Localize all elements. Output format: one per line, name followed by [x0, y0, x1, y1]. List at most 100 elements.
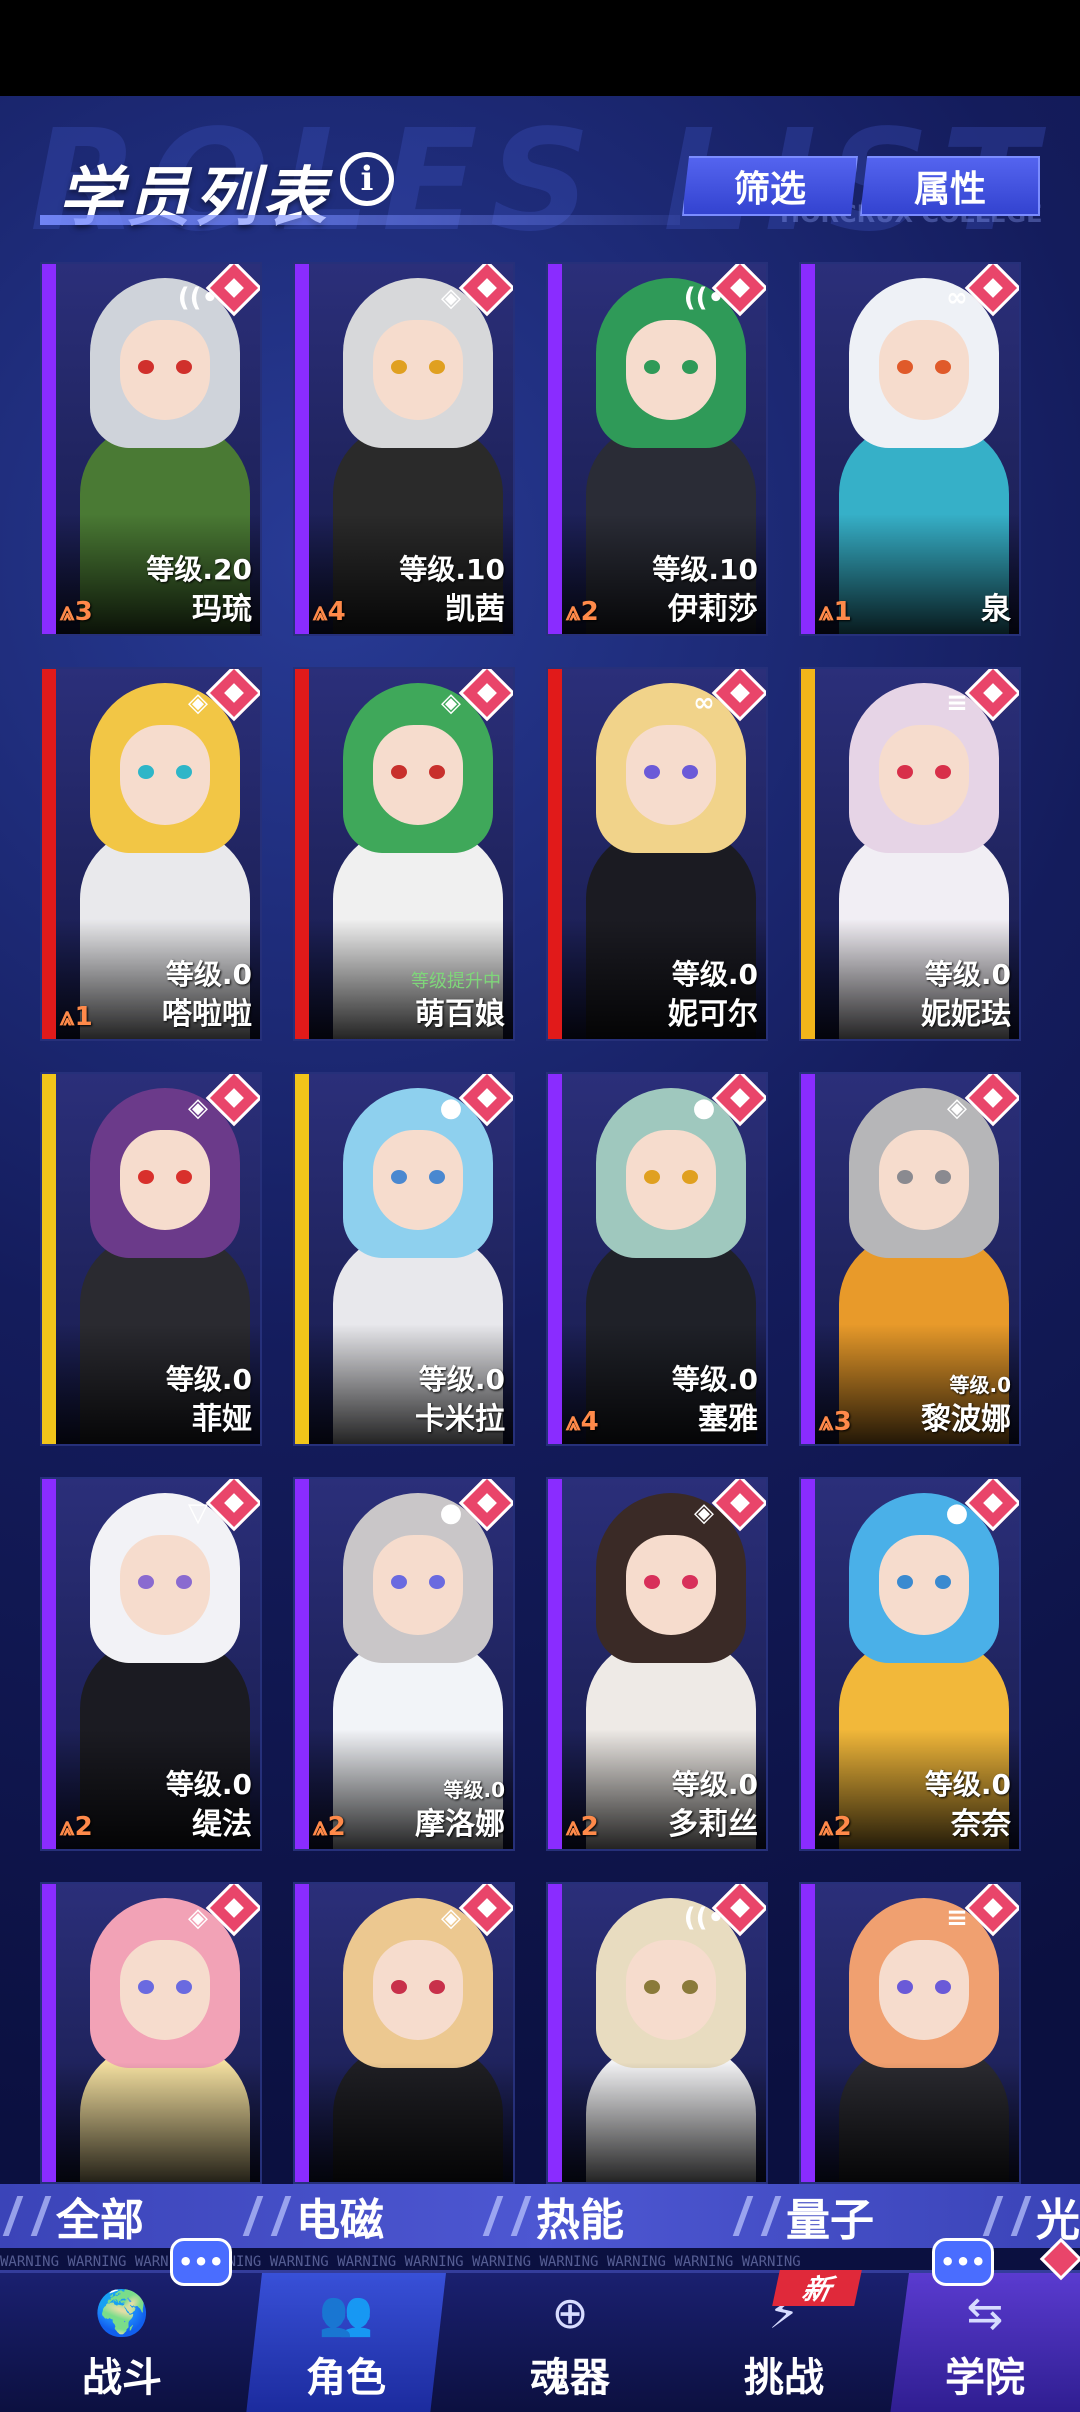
rarity-stripe — [295, 669, 309, 1039]
bottom-nav: 🌍 战斗 👥 角色 ⊕ 魂器 ⚡ 挑战 ⇆ 学院 — [0, 2270, 1080, 2412]
character-card[interactable]: ≡ 等级.0 妮妮珐 — [799, 667, 1021, 1041]
character-card[interactable]: ◈ — [40, 1882, 262, 2184]
character-name: 嗒啦啦 — [162, 997, 252, 1032]
status-bar — [0, 0, 1080, 96]
rarity-stripe — [801, 1074, 815, 1444]
character-card[interactable]: ◈ 等级.10 凯茜 ⩓4 — [293, 262, 515, 636]
character-card[interactable]: ◈ 等级.0 黎波娜 ⩓3 — [799, 1072, 1021, 1446]
rarity-stripe — [548, 669, 562, 1039]
portrait-face — [373, 1130, 463, 1230]
portrait-eye — [935, 360, 951, 374]
portrait-eye — [429, 1980, 445, 1994]
character-rank: ⩓2 — [60, 1812, 93, 1842]
portrait-eye — [644, 1170, 660, 1184]
character-card[interactable]: ((• — [546, 1882, 768, 2184]
character-level: 等级.0 — [671, 958, 758, 991]
character-card[interactable]: ● 等级.0 摩洛娜 ⩓2 — [293, 1477, 515, 1851]
character-name: 伊莉莎 — [668, 592, 758, 627]
portrait-face — [879, 1940, 969, 2040]
portrait-eye — [138, 1170, 154, 1184]
character-rank: ⩓3 — [60, 597, 93, 627]
character-card[interactable]: ∞ 泉 ⩓1 — [799, 262, 1021, 636]
portrait-eye — [897, 765, 913, 779]
rarity-stripe — [548, 1884, 562, 2182]
character-level: 等级.0 — [924, 958, 1011, 991]
rarity-stripe — [295, 264, 309, 634]
tab-electromagnetic[interactable]: 电磁 — [242, 2184, 384, 2248]
tab-thermal[interactable]: 热能 — [482, 2184, 624, 2248]
nav-battle[interactable]: 🌍 战斗 — [22, 2273, 222, 2412]
portrait-face — [373, 1940, 463, 2040]
nav-academy[interactable]: ⇆ 学院 — [890, 2273, 1080, 2412]
character-card[interactable]: ((• 等级.20 玛琉 ⩓3 — [40, 262, 262, 636]
portrait-eye — [897, 1980, 913, 1994]
portrait-eye — [391, 1170, 407, 1184]
portrait-eye — [897, 1575, 913, 1589]
rarity-stripe — [801, 264, 815, 634]
portrait-eye — [391, 360, 407, 374]
character-card[interactable]: ◈ 等级.0 菲娅 — [40, 1072, 262, 1446]
character-card[interactable]: ◈ 等级.0 嗒啦啦 ⩓1 — [40, 667, 262, 1041]
filter-button[interactable]: 筛选 — [682, 156, 858, 216]
character-rank: ⩓1 — [60, 1002, 93, 1032]
portrait-eye — [138, 1575, 154, 1589]
attribute-button[interactable]: 属性 — [860, 156, 1040, 216]
card-shade — [815, 2062, 1019, 2182]
character-rank: ⩓2 — [819, 1812, 852, 1842]
character-name: 萌百娘 — [415, 997, 505, 1032]
tab-label: 全部 — [56, 2195, 144, 2246]
tab-quantum[interactable]: 量子 — [732, 2184, 874, 2248]
rarity-stripe — [801, 1479, 815, 1849]
info-icon[interactable]: i — [340, 152, 394, 206]
nav-role[interactable]: 👥 角色 — [246, 2273, 446, 2412]
character-level: 等级.0 — [671, 1768, 758, 1801]
rarity-stripe — [548, 1479, 562, 1849]
rarity-stripe — [42, 669, 56, 1039]
nav-soul-device[interactable]: ⊕ 魂器 — [470, 2273, 670, 2412]
portrait-face — [120, 1535, 210, 1635]
nav-label: 魂器 — [530, 2355, 610, 2401]
portrait-eye — [644, 1980, 660, 1994]
character-name: 泉 — [981, 592, 1011, 627]
character-card[interactable]: ▽ 等级.0 缇法 ⩓2 — [40, 1477, 262, 1851]
character-card[interactable]: ∞ 等级.0 妮可尔 — [546, 667, 768, 1041]
tab-all[interactable]: 全部 — [2, 2184, 144, 2248]
character-card[interactable]: ● 等级.0 卡米拉 — [293, 1072, 515, 1446]
character-name: 妮可尔 — [668, 997, 758, 1032]
character-name: 奈奈 — [951, 1807, 1011, 1842]
portrait-eye — [682, 360, 698, 374]
rarity-stripe — [801, 1884, 815, 2182]
character-level: 等级.0 — [671, 1363, 758, 1396]
character-card[interactable]: ◈ 等级提升中 萌百娘 — [293, 667, 515, 1041]
tab-label: 热能 — [536, 2195, 624, 2246]
tab-mark-icon — [982, 2196, 1032, 2236]
portrait-eye — [682, 1170, 698, 1184]
character-level: 等级.20 — [146, 553, 252, 586]
character-level: 等级.0 — [924, 1768, 1011, 1801]
portrait-face — [879, 1535, 969, 1635]
portrait-eye — [935, 1170, 951, 1184]
character-card[interactable]: ● 等级.0 奈奈 ⩓2 — [799, 1477, 1021, 1851]
character-level: 等级.0 — [418, 1363, 505, 1396]
character-card[interactable]: ◈ — [293, 1882, 515, 2184]
character-card[interactable]: ● 等级.0 塞雅 ⩓4 — [546, 1072, 768, 1446]
rarity-stripe — [548, 1074, 562, 1444]
rarity-stripe — [801, 669, 815, 1039]
tab-label: 量子 — [786, 2195, 874, 2246]
chat-bubble-icon[interactable]: ••• — [170, 2238, 232, 2286]
portrait-eye — [682, 1980, 698, 1994]
element-tabs: 全部 电磁 热能 量子 光 — [0, 2184, 1080, 2248]
portrait-eye — [429, 360, 445, 374]
nav-label: 挑战 — [744, 2355, 824, 2401]
rarity-stripe — [42, 1884, 56, 2182]
character-card[interactable]: ◈ 等级.0 多莉丝 ⩓2 — [546, 1477, 768, 1851]
portrait-eye — [138, 360, 154, 374]
rarity-stripe — [295, 1884, 309, 2182]
tab-light[interactable]: 光 — [982, 2184, 1080, 2248]
portrait-face — [626, 320, 716, 420]
character-card[interactable]: ((• 等级.10 伊莉莎 ⩓2 — [546, 262, 768, 636]
chat-bubble-icon[interactable]: ••• — [932, 2238, 994, 2286]
title-underline — [40, 215, 680, 225]
nav-label: 战斗 — [82, 2355, 162, 2401]
character-card[interactable]: ≡ — [799, 1882, 1021, 2184]
